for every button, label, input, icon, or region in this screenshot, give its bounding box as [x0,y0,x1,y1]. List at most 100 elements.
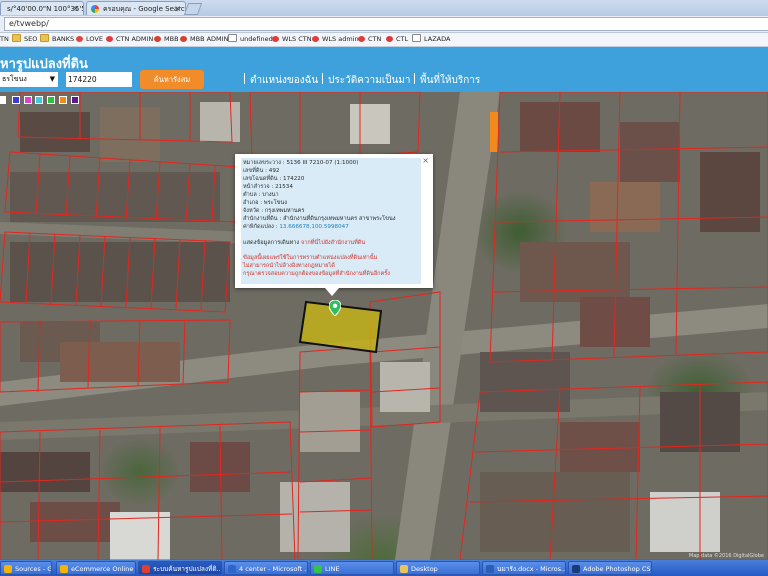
district-select-value: ธรโขนง [2,75,27,83]
nav-my-location[interactable]: ตำแหน่งของฉัน [244,73,318,88]
chrome-icon [142,565,150,573]
building [60,342,180,382]
info-row: หมายเลขระวาง : 5136 III 7210-07 (1:1000) [243,160,359,166]
nav-service-area[interactable]: พื้นที่ให้บริการ [414,73,480,88]
app-header: หารูปแปลงที่ดิน ธรโขนง ▼ 174220 ค้นหารัง… [0,47,768,92]
disclaimer-line: ไม่สามารถนำไปอ้างอิงทางกฎหมายได้ [243,263,335,269]
photoshop-icon [572,565,580,573]
district-select[interactable]: ธรโขนง ▼ [0,72,58,87]
bookmark-item[interactable]: BANKS [40,33,74,46]
close-icon[interactable]: × [422,156,429,165]
bookmark-item[interactable]: WLS CTN [272,33,312,46]
color-swatch-white[interactable] [0,96,6,104]
close-icon[interactable]: × [174,2,181,15]
chrome-icon [4,565,12,573]
building [200,102,240,142]
taskbar-item[interactable]: ระบบค้นหารูปแปลงที่ดิ... [138,561,222,575]
parcel-boundary [249,92,421,163]
building [560,422,640,472]
page-icon [228,34,237,42]
bookmark-item[interactable]: SEO [12,33,37,46]
bookmark-item[interactable]: CTN ADMIN [106,33,153,46]
parcel-info-body: หมายเลขระวาง : 5136 III 7210-07 (1:1000)… [241,158,421,284]
folder-icon [12,34,21,42]
browser-tab-maps[interactable]: s/°40'00.0"N 100°35'59.3"E × [0,1,84,15]
taskbar-item[interactable]: 4 center - Microsoft ... [224,561,308,575]
nav-divider [414,73,415,84]
taskbar-item[interactable]: Desktop [396,561,480,575]
color-swatch-purple[interactable] [71,96,79,104]
bookmark-item[interactable]: MBB [154,33,179,46]
info-row: ตำบล : บางนา [243,192,279,198]
building [280,482,350,552]
taskbar-item[interactable]: eCommerce Online ... [56,561,136,575]
disclaimer-line: ข้อมูลนี้เผยแพร่ใช้ในการทราบตำแหน่งแปลงท… [243,255,378,261]
ctn-icon [106,36,113,42]
color-swatch-blue[interactable] [12,96,20,104]
color-swatch-cyan[interactable] [35,96,43,104]
google-icon [91,5,99,13]
page-icon [412,34,421,42]
building [520,242,630,302]
building [10,242,230,302]
color-swatch-green[interactable] [47,96,55,104]
taskbar-item[interactable]: Sources - Goo... [0,561,52,575]
url-input[interactable]: e/tvwebp/ [4,17,768,31]
bookmark-item[interactable]: TN [0,33,9,46]
info-row: หน้าสำรวจ : 21534 [243,184,293,190]
building [30,502,120,542]
building [380,362,430,412]
plane-icon [386,36,393,42]
browser-tab-google[interactable]: ครอบคุณ - Google Search × [86,1,186,15]
info-row: ค่าพิกัดแปลง : 13.666678,100.5998047 [243,224,349,230]
bookmark-item[interactable]: LAZADA [412,33,450,46]
info-row: เลขโฉนดที่ดิน : 174220 [243,176,305,182]
building [100,107,160,162]
bookmark-item[interactable]: MBB ADMIN [180,33,228,46]
satellite-map[interactable]: × หมายเลขระวาง : 5136 III 7210-07 (1:100… [0,92,768,560]
directions-link[interactable]: จากที่นี่ไปยังสำนักงานที่ดิน [301,240,365,246]
settings-icon [180,36,187,42]
page-title: หารูปแปลงที่ดิน [0,57,88,72]
bookmark-item[interactable]: LOVE [76,33,103,46]
disclaimer-line: กรุณาตรวจสอบความถูกต้องของข้อมูลที่สำนัก… [243,271,391,277]
map-attribution: Map data ©2016 DigitalGlobe [688,553,764,559]
nav-history[interactable]: ประวัติความเป็นมา [322,73,411,88]
bookmark-item[interactable]: WLS admin [312,33,359,46]
bookmark-item[interactable]: CTN [358,33,381,46]
browser-tab-strip: s/°40'00.0"N 100°35'59.3"E × ครอบคุณ - G… [0,0,768,16]
building [700,152,760,232]
building [490,112,498,152]
popup-pointer [325,288,339,296]
building [620,122,680,182]
bookmark-item[interactable]: undefined [228,33,273,46]
bookmarks-bar: TN SEO BANKS LOVE CTN ADMIN MBB MBB ADMI… [0,33,768,47]
color-swatch-orange[interactable] [59,96,67,104]
word-icon [486,565,494,573]
chevron-down-icon: ▼ [49,75,55,83]
ctn-icon [312,36,319,42]
ctn-icon [358,36,365,42]
taskbar-item[interactable]: นมารัง.docx - Micros... [482,561,566,575]
search-button[interactable]: ค้นหารังสม [140,70,204,89]
info-row: อำเภอ : พระโขนง [243,200,287,206]
taskbar-item[interactable]: Adobe Photoshop CS5 [568,561,652,575]
nav-divider [244,73,245,84]
parcel-info-popup: × หมายเลขระวาง : 5136 III 7210-07 (1:100… [235,154,433,288]
building [480,472,630,552]
close-icon[interactable]: × [72,2,79,15]
building [300,392,360,452]
taskbar-item[interactable]: LINE [310,561,394,575]
folder-icon [40,34,49,42]
building [350,104,390,144]
directions-row: แสดงข้อมูลการเดินทาง จากที่นี่ไปยังสำนัก… [243,240,366,246]
building [0,452,90,492]
new-tab-button[interactable] [183,3,203,15]
ctn-icon [272,36,279,42]
building [650,492,720,552]
address-bar: e/tvwebp/ [0,16,768,33]
color-swatch-magenta[interactable] [24,96,32,104]
bookmark-item[interactable]: CTL [386,33,408,46]
deed-number-input[interactable]: 174220 [66,72,132,87]
map-pin-icon[interactable] [329,300,341,316]
